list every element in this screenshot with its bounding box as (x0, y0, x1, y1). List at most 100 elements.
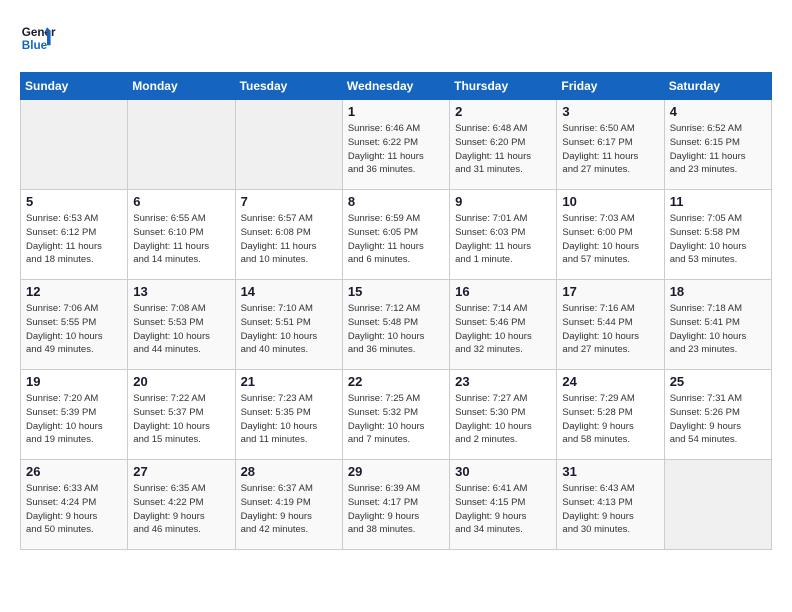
day-info: Sunrise: 6:52 AM Sunset: 6:15 PM Dayligh… (670, 122, 766, 177)
day-cell: 11Sunrise: 7:05 AM Sunset: 5:58 PM Dayli… (664, 190, 771, 280)
calendar-table: SundayMondayTuesdayWednesdayThursdayFrid… (20, 72, 772, 550)
day-info: Sunrise: 6:53 AM Sunset: 6:12 PM Dayligh… (26, 212, 122, 267)
day-cell: 18 Sunrise: 7:18 AM Sunset: 5:41 PM Dayli… (664, 280, 771, 370)
day-info: Sunrise: 7:31 AM Sunset: 5:26 PM Dayligh… (670, 392, 766, 447)
week-row-5: 26 Sunrise: 6:33 AM Sunset: 4:24 PM Dayli… (21, 460, 772, 550)
day-info: Sunrise: 7:01 AM Sunset: 6:03 PM Dayligh… (455, 212, 551, 267)
day-cell: 22 Sunrise: 7:25 AM Sunset: 5:32 PM Dayli… (342, 370, 449, 460)
day-header-monday: Monday (128, 73, 235, 100)
day-info: Sunrise: 7:03 AM Sunset: 6:00 PM Dayligh… (562, 212, 658, 267)
svg-text:Blue: Blue (22, 39, 48, 52)
day-number: 7 (241, 194, 337, 209)
day-number: 2 (455, 104, 551, 119)
day-info: Sunrise: 7:22 AM Sunset: 5:37 PM Dayligh… (133, 392, 229, 447)
day-cell: 17 Sunrise: 7:16 AM Sunset: 5:44 PM Dayli… (557, 280, 664, 370)
day-cell: 29 Sunrise: 6:39 AM Sunset: 4:17 PM Dayli… (342, 460, 449, 550)
day-cell: 30Sunrise: 6:41 AM Sunset: 4:15 PM Dayli… (450, 460, 557, 550)
day-info: Sunrise: 7:25 AM Sunset: 5:32 PM Dayligh… (348, 392, 444, 447)
day-cell: 27 Sunrise: 6:35 AM Sunset: 4:22 PM Dayli… (128, 460, 235, 550)
day-cell: 28 Sunrise: 6:37 AM Sunset: 4:19 PM Dayli… (235, 460, 342, 550)
day-cell: 15 Sunrise: 7:12 AM Sunset: 5:48 PM Dayli… (342, 280, 449, 370)
day-cell (664, 460, 771, 550)
day-number: 5 (26, 194, 122, 209)
day-cell: 13 Sunrise: 7:08 AM Sunset: 5:53 PM Dayli… (128, 280, 235, 370)
day-info: Sunrise: 6:50 AM Sunset: 6:17 PM Dayligh… (562, 122, 658, 177)
day-cell: 1 Sunrise: 6:46 AM Sunset: 6:22 PM Daylig… (342, 100, 449, 190)
day-number: 31 (562, 464, 658, 479)
logo-icon: General Blue (20, 20, 56, 56)
day-cell: 12Sunrise: 7:06 AM Sunset: 5:55 PM Dayli… (21, 280, 128, 370)
day-info: Sunrise: 6:33 AM Sunset: 4:24 PM Dayligh… (26, 482, 122, 537)
day-number: 3 (562, 104, 658, 119)
day-cell: 31 Sunrise: 6:43 AM Sunset: 4:13 PM Dayli… (557, 460, 664, 550)
day-header-sunday: Sunday (21, 73, 128, 100)
day-info: Sunrise: 7:27 AM Sunset: 5:30 PM Dayligh… (455, 392, 551, 447)
day-header-friday: Friday (557, 73, 664, 100)
day-info: Sunrise: 6:48 AM Sunset: 6:20 PM Dayligh… (455, 122, 551, 177)
day-cell: 7Sunrise: 6:57 AM Sunset: 6:08 PM Daylig… (235, 190, 342, 280)
day-cell: 5 Sunrise: 6:53 AM Sunset: 6:12 PM Daylig… (21, 190, 128, 280)
page-header: General Blue (20, 20, 772, 56)
day-cell: 6Sunrise: 6:55 AM Sunset: 6:10 PM Daylig… (128, 190, 235, 280)
day-number: 17 (562, 284, 658, 299)
day-number: 15 (348, 284, 444, 299)
day-header-tuesday: Tuesday (235, 73, 342, 100)
day-number: 28 (241, 464, 337, 479)
header-row: SundayMondayTuesdayWednesdayThursdayFrid… (21, 73, 772, 100)
day-info: Sunrise: 7:23 AM Sunset: 5:35 PM Dayligh… (241, 392, 337, 447)
day-info: Sunrise: 6:59 AM Sunset: 6:05 PM Dayligh… (348, 212, 444, 267)
day-number: 4 (670, 104, 766, 119)
day-info: Sunrise: 7:14 AM Sunset: 5:46 PM Dayligh… (455, 302, 551, 357)
week-row-1: 1 Sunrise: 6:46 AM Sunset: 6:22 PM Daylig… (21, 100, 772, 190)
day-number: 11 (670, 194, 766, 209)
day-header-thursday: Thursday (450, 73, 557, 100)
day-cell: 14Sunrise: 7:10 AM Sunset: 5:51 PM Dayli… (235, 280, 342, 370)
day-cell: 10Sunrise: 7:03 AM Sunset: 6:00 PM Dayli… (557, 190, 664, 280)
day-cell (128, 100, 235, 190)
day-number: 16 (455, 284, 551, 299)
day-number: 13 (133, 284, 229, 299)
day-info: Sunrise: 6:46 AM Sunset: 6:22 PM Dayligh… (348, 122, 444, 177)
day-number: 27 (133, 464, 229, 479)
day-number: 21 (241, 374, 337, 389)
day-cell: 16 Sunrise: 7:14 AM Sunset: 5:46 PM Dayli… (450, 280, 557, 370)
day-number: 1 (348, 104, 444, 119)
day-info: Sunrise: 6:35 AM Sunset: 4:22 PM Dayligh… (133, 482, 229, 537)
day-info: Sunrise: 7:06 AM Sunset: 5:55 PM Dayligh… (26, 302, 122, 357)
day-number: 22 (348, 374, 444, 389)
day-cell: 24Sunrise: 7:29 AM Sunset: 5:28 PM Dayli… (557, 370, 664, 460)
day-number: 30 (455, 464, 551, 479)
day-cell: 4 Sunrise: 6:52 AM Sunset: 6:15 PM Daylig… (664, 100, 771, 190)
day-cell: 23 Sunrise: 7:27 AM Sunset: 5:30 PM Dayli… (450, 370, 557, 460)
day-info: Sunrise: 6:39 AM Sunset: 4:17 PM Dayligh… (348, 482, 444, 537)
day-cell: 3 Sunrise: 6:50 AM Sunset: 6:17 PM Daylig… (557, 100, 664, 190)
day-cell: 8Sunrise: 6:59 AM Sunset: 6:05 PM Daylig… (342, 190, 449, 280)
day-number: 23 (455, 374, 551, 389)
day-cell (235, 100, 342, 190)
day-info: Sunrise: 7:12 AM Sunset: 5:48 PM Dayligh… (348, 302, 444, 357)
day-cell (21, 100, 128, 190)
day-number: 6 (133, 194, 229, 209)
logo: General Blue (20, 20, 56, 56)
day-number: 24 (562, 374, 658, 389)
day-info: Sunrise: 7:08 AM Sunset: 5:53 PM Dayligh… (133, 302, 229, 357)
day-number: 29 (348, 464, 444, 479)
day-number: 26 (26, 464, 122, 479)
day-number: 25 (670, 374, 766, 389)
day-info: Sunrise: 7:16 AM Sunset: 5:44 PM Dayligh… (562, 302, 658, 357)
day-cell: 20Sunrise: 7:22 AM Sunset: 5:37 PM Dayli… (128, 370, 235, 460)
day-cell: 9Sunrise: 7:01 AM Sunset: 6:03 PM Daylig… (450, 190, 557, 280)
day-cell: 2 Sunrise: 6:48 AM Sunset: 6:20 PM Daylig… (450, 100, 557, 190)
week-row-4: 19Sunrise: 7:20 AM Sunset: 5:39 PM Dayli… (21, 370, 772, 460)
day-number: 19 (26, 374, 122, 389)
day-header-saturday: Saturday (664, 73, 771, 100)
day-info: Sunrise: 6:43 AM Sunset: 4:13 PM Dayligh… (562, 482, 658, 537)
day-info: Sunrise: 7:18 AM Sunset: 5:41 PM Dayligh… (670, 302, 766, 357)
svg-text:General: General (22, 26, 56, 39)
day-number: 18 (670, 284, 766, 299)
week-row-2: 5 Sunrise: 6:53 AM Sunset: 6:12 PM Daylig… (21, 190, 772, 280)
day-cell: 25 Sunrise: 7:31 AM Sunset: 5:26 PM Dayli… (664, 370, 771, 460)
day-cell: 26 Sunrise: 6:33 AM Sunset: 4:24 PM Dayli… (21, 460, 128, 550)
day-info: Sunrise: 6:37 AM Sunset: 4:19 PM Dayligh… (241, 482, 337, 537)
day-info: Sunrise: 7:10 AM Sunset: 5:51 PM Dayligh… (241, 302, 337, 357)
